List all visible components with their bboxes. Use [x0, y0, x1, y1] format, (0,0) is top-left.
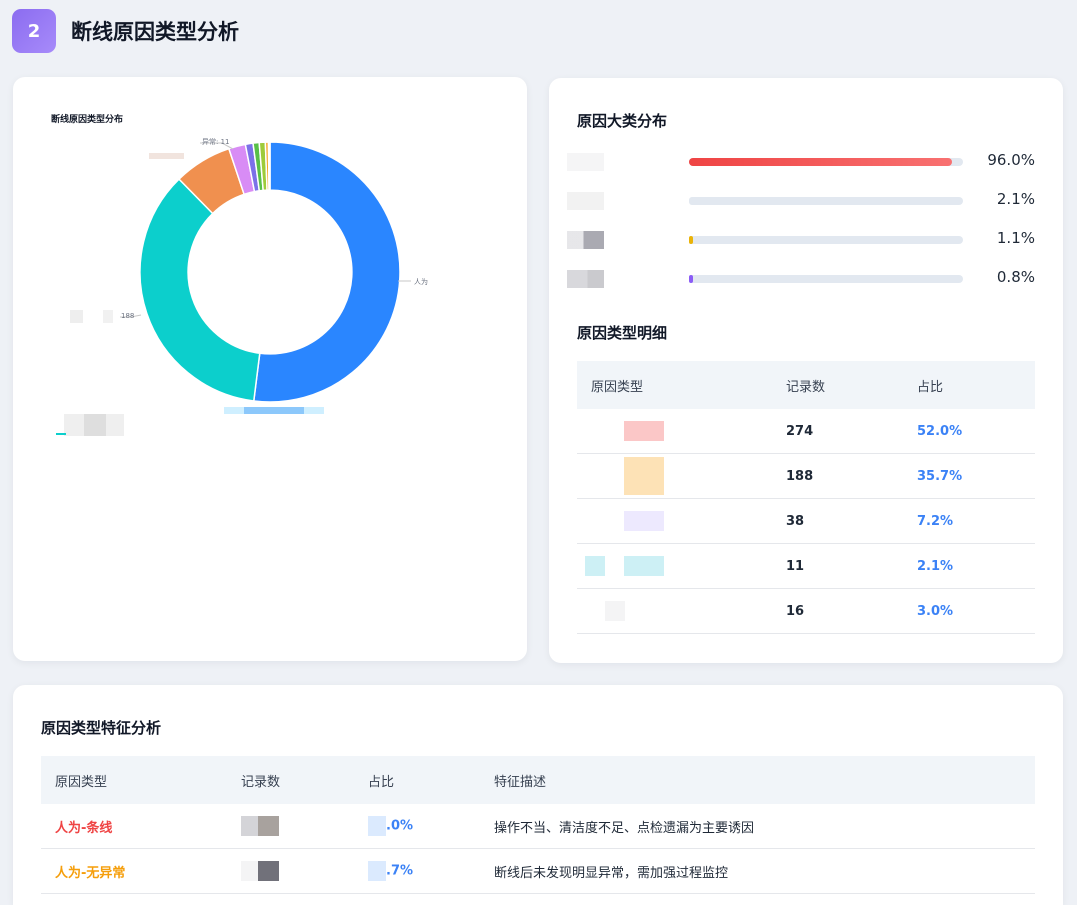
distribution-pct: 0.8% — [996, 268, 1035, 286]
row-count: 38 — [786, 498, 917, 544]
row-pct: 35.7% — [917, 453, 1035, 499]
row-pct: 52.0% — [917, 409, 1035, 454]
row-pct: .0% — [386, 818, 414, 834]
feature-analysis-card: 原因类型特征分析 原因类型 记录数 占比 特征描述 人为-条线 .0% 操作不当… — [13, 685, 1063, 905]
distribution-title: 原因大类分布 — [577, 112, 668, 130]
distribution-pct: 1.1% — [996, 229, 1035, 247]
feature-header-desc: 特征描述 — [494, 756, 1035, 804]
slice-label-right: 人为 — [414, 277, 428, 286]
distribution-row: 2.1% — [549, 189, 1063, 213]
blurred-pct — [368, 816, 386, 836]
row-count: 274 — [786, 409, 917, 454]
row-pct: 2.1% — [917, 543, 1035, 589]
detail-header-type: 原因类型 — [577, 361, 786, 409]
blurred-type-name — [624, 457, 664, 495]
distribution-track — [689, 275, 963, 283]
row-count: 16 — [786, 588, 917, 634]
detail-table: 原因类型 记录数 占比 274 52.0% 188 35.7% 38 7.2% — [577, 361, 1035, 634]
row-pct: 7.2% — [917, 498, 1035, 544]
distribution-label — [567, 270, 604, 288]
chart-title: 断线原因类型分布 — [51, 113, 123, 125]
distribution-track — [689, 197, 963, 205]
donut-slice — [267, 141, 271, 191]
distribution-row: 0.8% — [549, 267, 1063, 291]
section-header: 2 断线原因类型分析 — [12, 9, 239, 53]
distribution-fill — [689, 236, 693, 244]
feature-header-count: 记录数 — [241, 756, 368, 804]
blurred-type-name — [624, 511, 664, 531]
distribution-label — [567, 192, 604, 210]
donut-slice — [252, 141, 401, 403]
distribution-fill — [689, 275, 693, 283]
blurred-type-name — [624, 556, 664, 576]
blurred-pct — [368, 861, 386, 881]
detail-title: 原因类型明细 — [577, 324, 668, 342]
blurred-type-name — [624, 421, 664, 441]
distribution-pct: 2.1% — [996, 190, 1035, 208]
table-row: 38 7.2% — [577, 498, 1035, 544]
feature-type-name: 人为-无异常 — [55, 865, 126, 881]
distribution-label — [567, 231, 604, 249]
distribution-track — [689, 158, 963, 166]
blurred-count — [241, 816, 279, 836]
row-count: 188 — [786, 453, 917, 499]
slice-label-left: 188 — [121, 312, 134, 320]
detail-header-count: 记录数 — [786, 361, 917, 409]
distribution-label — [567, 153, 604, 171]
distribution-row: 96.0% — [549, 150, 1063, 174]
feature-header-type: 原因类型 — [41, 756, 241, 804]
blurred-type-name — [605, 601, 625, 621]
row-pct: .7% — [386, 863, 414, 879]
feature-desc: 操作不当、清洁度不足、点检遗漏为主要诱因 — [494, 804, 1035, 849]
table-row: 人为-条线 .0% 操作不当、清洁度不足、点检遗漏为主要诱因 — [41, 804, 1035, 849]
row-pct: 3.0% — [917, 588, 1035, 634]
category-distribution-card: 原因大类分布 96.0% 2.1% 1.1% 0.8% 原因类型明细 原因类型 … — [549, 78, 1063, 663]
section-title: 断线原因类型分析 — [71, 20, 239, 44]
feature-table: 原因类型 记录数 占比 特征描述 人为-条线 .0% 操作不当、清洁度不足、点检… — [41, 756, 1035, 894]
donut-chart: 断线原因类型分布 异常: 11 人为 188 — [51, 113, 428, 436]
row-count: 11 — [786, 543, 917, 589]
blurred-type-name — [585, 556, 605, 576]
feature-type-name: 人为-条线 — [55, 820, 113, 836]
distribution-pct: 96.0% — [987, 151, 1035, 169]
table-row: 274 52.0% — [577, 409, 1035, 454]
distribution-row: 1.1% — [549, 228, 1063, 252]
feature-title: 原因类型特征分析 — [41, 719, 162, 737]
distribution-track — [689, 236, 963, 244]
section-number-badge: 2 — [12, 9, 56, 53]
detail-header-pct: 占比 — [917, 361, 1035, 409]
table-row: 16 3.0% — [577, 588, 1035, 634]
table-row: 11 2.1% — [577, 543, 1035, 589]
donut-chart-card: 断线原因类型分布 异常: 11 人为 188 — [13, 77, 527, 661]
distribution-fill — [689, 158, 953, 166]
donut-slice — [139, 178, 261, 402]
distribution-fill — [689, 197, 695, 205]
blurred-count — [241, 861, 279, 881]
slice-label-top: 异常: 11 — [202, 137, 230, 146]
table-row: 188 35.7% — [577, 453, 1035, 499]
feature-header-pct: 占比 — [368, 756, 494, 804]
